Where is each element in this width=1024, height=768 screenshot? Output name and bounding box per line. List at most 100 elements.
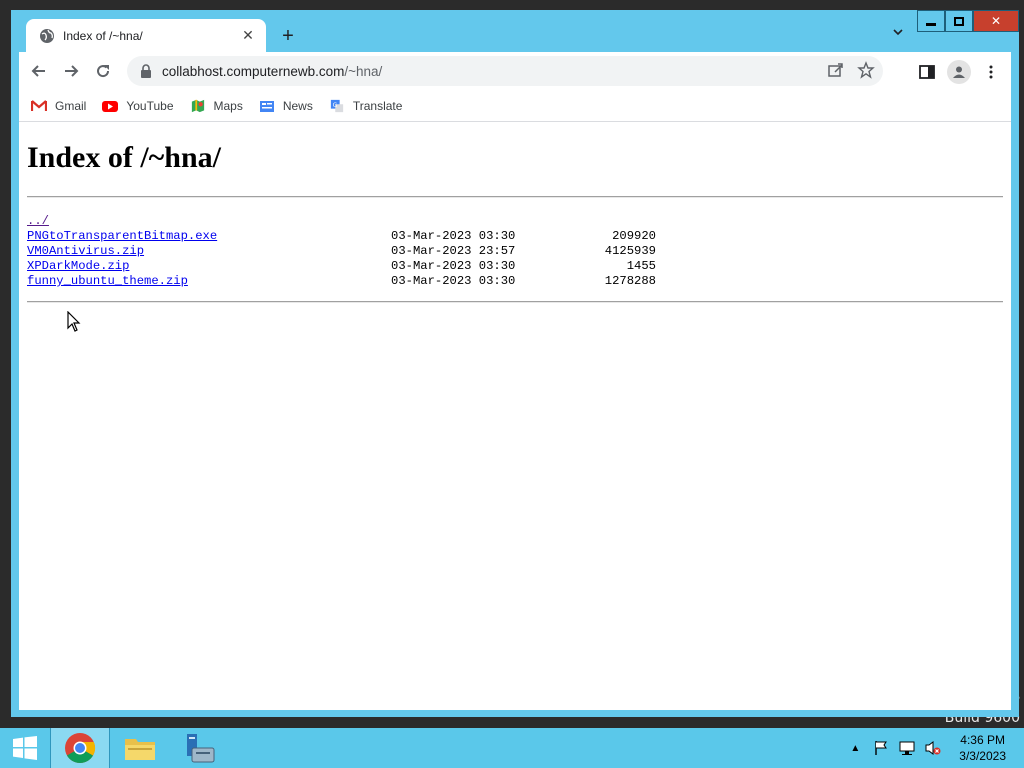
windows-logo-icon — [13, 736, 37, 760]
bookmark-maps[interactable]: Maps — [190, 99, 243, 113]
tray-expand-button[interactable]: ▲ — [847, 740, 863, 756]
taskbar-server-manager[interactable] — [170, 728, 230, 768]
omnibox-actions — [827, 61, 875, 79]
chevron-up-icon: ▲ — [850, 742, 861, 754]
bookmark-star-icon[interactable] — [857, 61, 875, 79]
browser-window: ✕ Index of /~hna/ ✕ + collabhost.compute — [11, 10, 1019, 717]
volume-muted-icon — [925, 741, 941, 755]
bookmark-label: YouTube — [126, 98, 174, 113]
tab-search-button[interactable] — [892, 26, 904, 41]
menu-button[interactable] — [977, 56, 1005, 88]
taskbar-file-explorer[interactable] — [110, 728, 170, 768]
more-vert-icon — [989, 65, 993, 79]
globe-icon — [40, 28, 54, 43]
file-link[interactable]: VM0Antivirus.zip — [27, 244, 144, 258]
new-tab-button[interactable]: + — [276, 24, 300, 48]
file-link[interactable]: funny_ubuntu_theme.zip — [27, 274, 188, 288]
gmail-icon — [31, 99, 47, 111]
clock-date: 3/3/2023 — [959, 749, 1006, 763]
maximize-icon — [954, 16, 964, 26]
taskbar: ▲ 4:36 PM 3/3/2023 — [0, 728, 1024, 768]
url-path: /~hna/ — [344, 63, 383, 79]
tab-close-icon[interactable]: ✕ — [240, 27, 256, 44]
tab-title: Index of /~hna/ — [63, 28, 143, 43]
arrow-left-icon — [31, 65, 45, 77]
file-size: 1455 — [626, 259, 656, 273]
page-title: Index of /~hna/ — [27, 141, 221, 174]
file-link[interactable]: XPDarkMode.zip — [27, 259, 129, 273]
file-row: VM0Antivirus.zip 03-Mar-2023 23:57 41259… — [27, 244, 1003, 259]
file-row: XPDarkMode.zip 03-Mar-2023 03:30 1455 — [27, 259, 1003, 274]
back-button[interactable] — [23, 55, 55, 87]
tray-network-button[interactable] — [899, 740, 915, 756]
share-icon[interactable] — [827, 61, 845, 79]
side-panel-button[interactable] — [913, 56, 941, 88]
close-window-button[interactable]: ✕ — [973, 10, 1019, 32]
file-size: 209920 — [612, 229, 656, 243]
bookmark-translate[interactable]: G Translate — [329, 98, 403, 113]
url-host: collabhost.computernewb.com — [162, 63, 345, 79]
bookmark-news[interactable]: News — [259, 99, 313, 113]
close-icon: ✕ — [990, 14, 1002, 28]
bookmark-gmail[interactable]: Gmail — [31, 99, 86, 113]
bookmark-label: Maps — [213, 98, 243, 113]
tab-active[interactable]: Index of /~hna/ ✕ — [26, 19, 266, 52]
svg-text:G: G — [332, 101, 337, 108]
browser-toolbar: collabhost.computernewb.com/~hna/ — [19, 52, 1011, 90]
file-row: PNGtoTransparentBitmap.exe 03-Mar-2023 0… — [27, 229, 1003, 244]
youtube-icon — [102, 100, 119, 112]
reload-button[interactable] — [87, 55, 119, 87]
file-date: 03-Mar-2023 03:30 — [391, 229, 516, 243]
minimize-icon — [926, 22, 936, 26]
taskbar-chrome[interactable] — [50, 728, 110, 768]
bookmark-youtube[interactable]: YouTube — [102, 98, 174, 113]
profile-avatar[interactable] — [947, 60, 971, 84]
taskbar-clock[interactable]: 4:36 PM 3/3/2023 — [959, 732, 1006, 764]
divider-top — [27, 196, 1003, 198]
file-date: 03-Mar-2023 23:57 — [391, 244, 516, 258]
chevron-down-icon — [893, 29, 903, 36]
translate-icon: G — [330, 99, 343, 112]
arrow-right-icon — [65, 65, 79, 77]
mouse-cursor-icon — [67, 311, 81, 332]
url-text: collabhost.computernewb.com/~hna/ — [162, 64, 382, 79]
action-center-flag-icon — [875, 741, 888, 755]
bookmark-label: Gmail — [55, 98, 87, 113]
file-size: 1278288 — [604, 274, 656, 288]
address-bar[interactable]: collabhost.computernewb.com/~hna/ — [127, 56, 883, 86]
maps-icon — [191, 99, 204, 112]
reload-icon — [97, 65, 110, 78]
page-content: Index of /~hna/ ../ PNGtoTransparentBitm… — [19, 122, 1011, 710]
side-panel-icon — [919, 65, 935, 79]
parent-directory-link[interactable]: ../ — [27, 214, 49, 229]
divider-bottom — [27, 301, 1003, 303]
tray-flag-button[interactable] — [873, 740, 889, 756]
file-date: 03-Mar-2023 03:30 — [391, 274, 516, 288]
bookmarks-bar: Gmail YouTube Maps News G Translate — [19, 90, 1011, 122]
start-button[interactable] — [0, 728, 50, 768]
bookmark-label: News — [282, 98, 313, 113]
lock-icon — [141, 64, 151, 78]
network-icon — [899, 741, 915, 755]
system-tray: ▲ 4:36 PM 3/3/2023 — [847, 728, 1024, 768]
person-icon — [953, 66, 965, 78]
plus-icon: + — [282, 24, 294, 47]
chrome-icon — [65, 733, 96, 764]
news-icon — [259, 100, 274, 112]
server-manager-icon — [187, 734, 215, 763]
maximize-button[interactable] — [945, 10, 973, 32]
file-date: 03-Mar-2023 03:30 — [391, 259, 516, 273]
tray-volume-button[interactable] — [925, 740, 941, 756]
forward-button[interactable] — [55, 55, 87, 87]
list-item-parent: ../ — [27, 214, 1003, 229]
minimize-button[interactable] — [917, 10, 945, 32]
window-controls: ✕ — [917, 10, 1019, 32]
file-listing: ../ PNGtoTransparentBitmap.exe 03-Mar-20… — [27, 214, 1003, 289]
file-size: 4125939 — [604, 244, 656, 258]
file-link[interactable]: PNGtoTransparentBitmap.exe — [27, 229, 217, 243]
toolbar-right — [913, 56, 1005, 88]
file-explorer-icon — [125, 739, 155, 760]
bookmark-label: Translate — [352, 98, 403, 113]
file-row: funny_ubuntu_theme.zip 03-Mar-2023 03:30… — [27, 274, 1003, 289]
clock-time: 4:36 PM — [960, 733, 1005, 747]
